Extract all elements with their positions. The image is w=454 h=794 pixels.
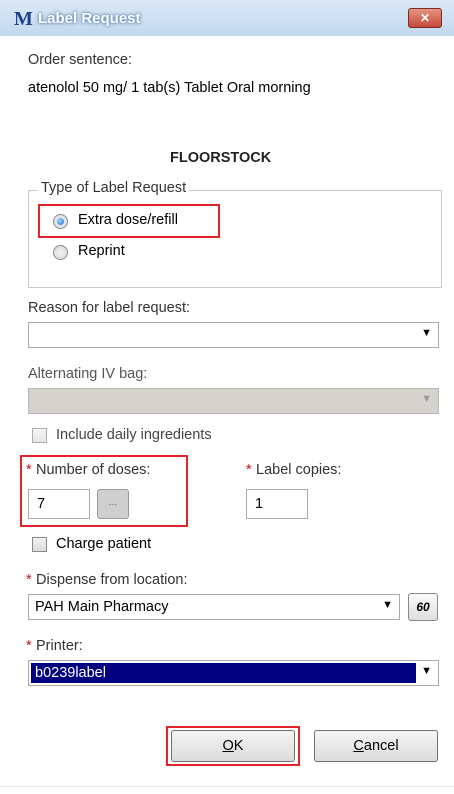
label-type-legend: Type of Label Request [38, 180, 190, 196]
dispense-label: Dispense from location: [36, 572, 188, 588]
doses-input[interactable]: 7 [28, 489, 90, 519]
printer-dropdown[interactable]: b0239label ▼ [28, 660, 439, 686]
reason-label: Reason for label request: [28, 300, 191, 316]
cancel-label: Cancel [353, 738, 399, 754]
radio-extra-dose[interactable] [53, 214, 68, 229]
binoculars-icon: 60 [416, 600, 430, 614]
close-icon: ✕ [419, 11, 431, 25]
copies-input[interactable]: 1 [246, 489, 308, 519]
copies-label: Label copies: [256, 462, 342, 478]
chevron-down-icon: ▼ [421, 327, 432, 339]
chevron-down-icon: ▼ [382, 599, 393, 611]
chevron-down-icon: ▼ [421, 393, 432, 405]
printer-label: Printer: [36, 638, 83, 654]
copies-value: 1 [255, 496, 264, 512]
order-sentence-value: atenolol 50 mg/ 1 tab(s) Tablet Oral mor… [28, 80, 311, 96]
printer-required-mark: * [26, 638, 32, 654]
printer-value: b0239label [35, 665, 106, 681]
title-bar: M Label Request ✕ [0, 0, 454, 36]
alt-iv-label: Alternating IV bag: [28, 366, 148, 382]
reason-dropdown[interactable]: ▼ [28, 322, 439, 348]
radio-reprint[interactable] [53, 245, 68, 260]
cancel-button[interactable]: Cancel [314, 730, 438, 762]
doses-value: 7 [37, 496, 46, 512]
ok-label: OK [222, 738, 244, 754]
order-sentence-label: Order sentence: [28, 52, 132, 68]
alt-iv-dropdown[interactable]: ▼ [28, 388, 439, 414]
dispense-dropdown[interactable]: PAH Main Pharmacy ▼ [28, 594, 400, 620]
dispense-value: PAH Main Pharmacy [35, 599, 169, 615]
section-title: FLOORSTOCK [170, 150, 272, 166]
charge-patient-label: Charge patient [56, 536, 152, 552]
doses-required-mark: * [26, 462, 32, 478]
app-icon: M [14, 8, 33, 30]
include-daily-label: Include daily ingredients [56, 427, 212, 443]
printer-selection: b0239label [31, 663, 416, 683]
radio-extra-dose-label[interactable]: Extra dose/refill [78, 212, 178, 228]
dispense-required-mark: * [26, 572, 32, 588]
radio-reprint-label[interactable]: Reprint [78, 243, 125, 259]
ok-button[interactable]: OK [171, 730, 295, 762]
include-daily-checkbox[interactable] [32, 428, 47, 443]
doses-label: Number of doses: [36, 462, 151, 478]
ellipsis-icon: ... [108, 497, 118, 508]
bottom-divider [0, 786, 454, 787]
close-button[interactable]: ✕ [408, 8, 442, 28]
chevron-down-icon: ▼ [421, 665, 432, 677]
copies-required-mark: * [246, 462, 252, 478]
window-title: Label Request [38, 10, 141, 27]
doses-ellipsis-button[interactable]: ... [97, 489, 129, 519]
location-lookup-button[interactable]: 60 [408, 593, 438, 621]
charge-patient-checkbox[interactable] [32, 537, 47, 552]
